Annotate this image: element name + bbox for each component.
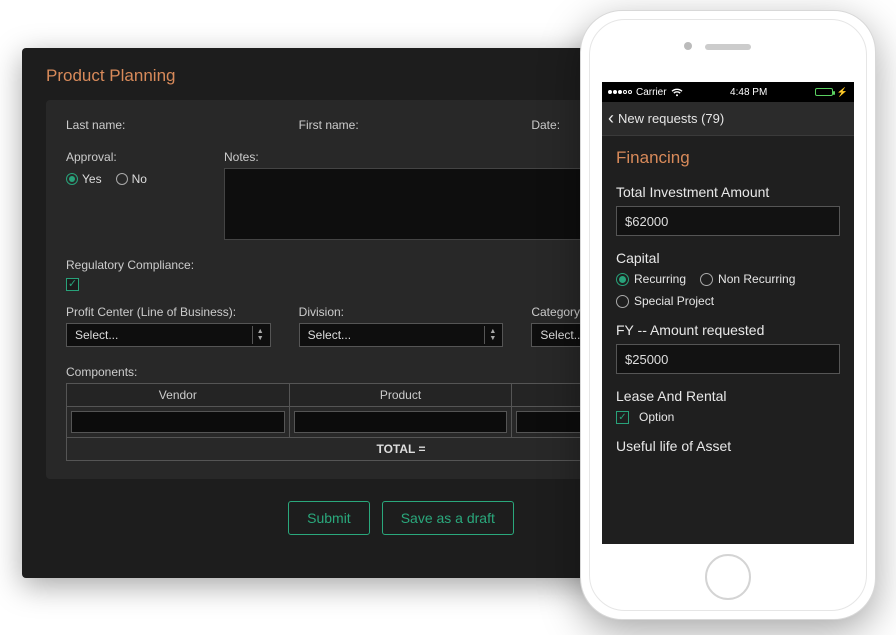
regulatory-checkbox[interactable]: ✓ — [66, 278, 79, 291]
lease-label: Lease And Rental — [616, 388, 840, 404]
approval-no-label: No — [132, 172, 147, 186]
profit-center-select[interactable]: Select... ▲▼ — [66, 323, 271, 347]
profit-center-label: Profit Center (Line of Business): — [66, 305, 271, 319]
nav-back-label: New requests (79) — [618, 111, 724, 126]
select-arrows-icon: ▲▼ — [252, 326, 268, 344]
carrier-label: Carrier — [636, 87, 667, 98]
fy-label: FY -- Amount requested — [616, 322, 840, 338]
chevron-left-icon: ‹ — [608, 108, 614, 129]
signal-icon — [608, 90, 632, 94]
wifi-icon — [671, 88, 683, 97]
phone-speaker-icon — [705, 44, 751, 50]
phone-camera-icon — [684, 42, 692, 50]
select-value: Select... — [308, 328, 351, 342]
total-investment-label: Total Investment Amount — [616, 184, 840, 200]
battery-icon — [815, 88, 833, 96]
phone-screen: Carrier 4:48 PM ⚡ ‹ New requests (79) Fi… — [602, 82, 854, 544]
first-name-label: First name: — [299, 118, 504, 132]
product-input[interactable] — [294, 411, 508, 433]
checkbox-icon: ✓ — [616, 411, 629, 424]
home-button[interactable] — [705, 554, 751, 600]
save-draft-button[interactable]: Save as a draft — [382, 501, 514, 535]
useful-life-label: Useful life of Asset — [616, 438, 840, 454]
status-bar: Carrier 4:48 PM ⚡ — [602, 82, 854, 102]
capital-radio-non-recurring[interactable]: Non Recurring — [700, 272, 795, 286]
radio-icon — [700, 273, 713, 286]
charging-icon: ⚡ — [837, 87, 848, 98]
regulatory-label: Regulatory Compliance: — [66, 258, 194, 272]
page-title: Financing — [616, 148, 840, 168]
radio-label: Non Recurring — [718, 272, 795, 286]
col-vendor: Vendor — [67, 384, 290, 406]
capital-radio-recurring[interactable]: Recurring — [616, 272, 686, 286]
clock-label: 4:48 PM — [730, 87, 767, 98]
select-value: Select... — [540, 328, 583, 342]
last-name-label: Last name: — [66, 118, 271, 132]
division-select[interactable]: Select... ▲▼ — [299, 323, 504, 347]
lease-option-label: Option — [639, 410, 674, 424]
radio-icon — [66, 173, 78, 185]
capital-radio-special[interactable]: Special Project — [616, 294, 840, 308]
capital-label: Capital — [616, 250, 840, 266]
total-investment-input[interactable] — [616, 206, 840, 236]
submit-button[interactable]: Submit — [288, 501, 370, 535]
approval-radio-no[interactable]: No — [116, 172, 147, 186]
approval-label: Approval: — [66, 150, 196, 164]
radio-label: Recurring — [634, 272, 686, 286]
radio-icon — [616, 295, 629, 308]
radio-icon — [616, 273, 629, 286]
select-value: Select... — [75, 328, 118, 342]
lease-option-checkbox[interactable]: ✓ Option — [616, 410, 840, 424]
approval-yes-label: Yes — [82, 172, 102, 186]
radio-icon — [116, 173, 128, 185]
col-product: Product — [290, 384, 513, 406]
division-label: Division: — [299, 305, 504, 319]
phone-mock: Carrier 4:48 PM ⚡ ‹ New requests (79) Fi… — [580, 10, 876, 620]
select-arrows-icon: ▲▼ — [484, 326, 500, 344]
components-label: Components: — [66, 365, 137, 379]
radio-label: Special Project — [634, 294, 714, 308]
vendor-input[interactable] — [71, 411, 285, 433]
nav-back-row[interactable]: ‹ New requests (79) — [602, 102, 854, 136]
fy-input[interactable] — [616, 344, 840, 374]
approval-radio-yes[interactable]: Yes — [66, 172, 102, 186]
